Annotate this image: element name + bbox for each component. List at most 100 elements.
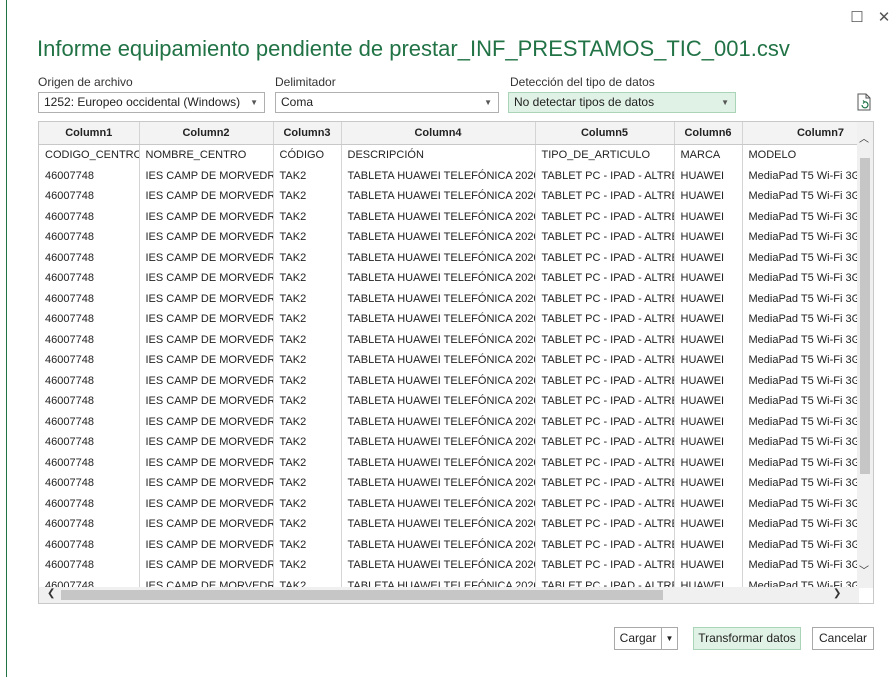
table-cell[interactable]: MediaPad T5 Wi-Fi 3G [742, 370, 873, 391]
table-cell[interactable]: MediaPad T5 Wi-Fi 3G [742, 309, 873, 330]
table-cell[interactable]: TABLET PC - IPAD - ALTRES [535, 555, 675, 576]
table-cell[interactable]: TAK2 [273, 309, 342, 330]
table-cell[interactable]: 46007748 [39, 411, 140, 432]
table-cell[interactable]: TAK2 [273, 165, 342, 186]
table-cell[interactable]: TAK2 [273, 452, 342, 473]
table-cell[interactable]: TABLETA HUAWEI TELEFÓNICA 2020 [341, 247, 536, 268]
load-options-dropdown[interactable]: ▼ [661, 627, 678, 650]
table-cell[interactable]: TABLET PC - IPAD - ALTRES [535, 329, 675, 350]
table-cell[interactable]: MediaPad T5 Wi-Fi 3G [742, 206, 873, 227]
table-cell[interactable]: HUAWEI [674, 186, 743, 207]
table-cell[interactable]: 46007748 [39, 370, 140, 391]
table-cell[interactable]: HUAWEI [674, 555, 743, 576]
refresh-file-icon[interactable] [857, 93, 871, 111]
table-cell[interactable]: TABLETA HUAWEI TELEFÓNICA 2020 [341, 227, 536, 248]
table-cell[interactable]: HUAWEI [674, 329, 743, 350]
table-cell[interactable]: CÓDIGO [273, 144, 342, 166]
table-cell[interactable]: HUAWEI [674, 288, 743, 309]
table-cell[interactable]: TABLET PC - IPAD - ALTRES [535, 411, 675, 432]
column-header[interactable]: Column2 [139, 122, 274, 145]
vertical-scrollbar[interactable]: ︿ ﹀ [857, 122, 873, 588]
table-cell[interactable]: MediaPad T5 Wi-Fi 3G [742, 227, 873, 248]
table-cell[interactable]: MediaPad T5 Wi-Fi 3G [742, 452, 873, 473]
table-cell[interactable]: IES CAMP DE MORVEDRE [139, 268, 274, 289]
table-cell[interactable]: MediaPad T5 Wi-Fi 3G [742, 534, 873, 555]
table-cell[interactable]: TAK2 [273, 206, 342, 227]
table-cell[interactable]: TABLET PC - IPAD - ALTRES [535, 391, 675, 412]
table-cell[interactable]: MediaPad T5 Wi-Fi 3G [742, 329, 873, 350]
table-cell[interactable]: MARCA [674, 144, 743, 166]
table-cell[interactable]: 46007748 [39, 227, 140, 248]
table-cell[interactable]: TAK2 [273, 432, 342, 453]
table-cell[interactable]: 46007748 [39, 288, 140, 309]
table-cell[interactable]: TAK2 [273, 534, 342, 555]
table-cell[interactable]: IES CAMP DE MORVEDRE [139, 165, 274, 186]
table-cell[interactable]: IES CAMP DE MORVEDRE [139, 329, 274, 350]
transform-data-button[interactable]: Transformar datos [693, 627, 801, 650]
table-cell[interactable]: IES CAMP DE MORVEDRE [139, 350, 274, 371]
table-cell[interactable]: TABLET PC - IPAD - ALTRES [535, 227, 675, 248]
column-header[interactable]: Column7 [742, 122, 873, 145]
table-cell[interactable]: HUAWEI [674, 165, 743, 186]
table-cell[interactable]: TABLETA HUAWEI TELEFÓNICA 2020 [341, 534, 536, 555]
table-cell[interactable]: 46007748 [39, 329, 140, 350]
table-cell[interactable]: MediaPad T5 Wi-Fi 3G [742, 493, 873, 514]
maximize-icon[interactable]: ☐ [847, 8, 867, 28]
table-cell[interactable]: TABLETA HUAWEI TELEFÓNICA 2020 [341, 329, 536, 350]
table-cell[interactable]: IES CAMP DE MORVEDRE [139, 473, 274, 494]
table-cell[interactable]: TABLET PC - IPAD - ALTRES [535, 514, 675, 535]
scroll-up-icon[interactable]: ︿ [859, 130, 869, 145]
table-cell[interactable]: MediaPad T5 Wi-Fi 3G [742, 288, 873, 309]
table-cell[interactable]: TAK2 [273, 288, 342, 309]
table-cell[interactable]: 46007748 [39, 247, 140, 268]
table-cell[interactable]: TABLET PC - IPAD - ALTRES [535, 473, 675, 494]
table-cell[interactable]: TABLETA HUAWEI TELEFÓNICA 2020 [341, 493, 536, 514]
table-cell[interactable]: TABLETA HUAWEI TELEFÓNICA 2020 [341, 473, 536, 494]
table-cell[interactable]: TIPO_DE_ARTICULO [535, 144, 675, 166]
table-cell[interactable]: HUAWEI [674, 268, 743, 289]
table-cell[interactable]: 46007748 [39, 452, 140, 473]
table-cell[interactable]: IES CAMP DE MORVEDRE [139, 206, 274, 227]
table-cell[interactable]: MediaPad T5 Wi-Fi 3G [742, 514, 873, 535]
table-cell[interactable]: TAK2 [273, 411, 342, 432]
table-cell[interactable]: HUAWEI [674, 370, 743, 391]
table-cell[interactable]: TAK2 [273, 247, 342, 268]
table-cell[interactable]: 46007748 [39, 473, 140, 494]
table-cell[interactable]: TABLETA HUAWEI TELEFÓNICA 2020 [341, 514, 536, 535]
table-cell[interactable]: TAK2 [273, 473, 342, 494]
table-cell[interactable]: IES CAMP DE MORVEDRE [139, 432, 274, 453]
table-cell[interactable]: TAK2 [273, 350, 342, 371]
column-header[interactable]: Column4 [341, 122, 536, 145]
table-cell[interactable]: TABLETA HUAWEI TELEFÓNICA 2020 [341, 391, 536, 412]
table-cell[interactable]: IES CAMP DE MORVEDRE [139, 514, 274, 535]
table-cell[interactable]: 46007748 [39, 514, 140, 535]
detect-dropdown[interactable]: No detectar tipos de datos ▼ [508, 92, 736, 113]
table-cell[interactable]: HUAWEI [674, 534, 743, 555]
table-cell[interactable]: TAK2 [273, 514, 342, 535]
table-cell[interactable]: TAK2 [273, 227, 342, 248]
table-cell[interactable]: HUAWEI [674, 411, 743, 432]
column-header[interactable]: Column1 [39, 122, 140, 145]
table-cell[interactable]: TABLET PC - IPAD - ALTRES [535, 288, 675, 309]
table-cell[interactable]: HUAWEI [674, 350, 743, 371]
table-cell[interactable]: HUAWEI [674, 227, 743, 248]
table-cell[interactable]: TABLET PC - IPAD - ALTRES [535, 493, 675, 514]
table-cell[interactable]: TABLET PC - IPAD - ALTRES [535, 165, 675, 186]
column-header[interactable]: Column6 [674, 122, 743, 145]
table-cell[interactable]: TABLET PC - IPAD - ALTRES [535, 186, 675, 207]
table-cell[interactable]: DESCRIPCIÓN [341, 144, 536, 166]
table-cell[interactable]: TABLET PC - IPAD - ALTRES [535, 534, 675, 555]
vertical-scroll-thumb[interactable] [860, 158, 870, 474]
table-cell[interactable]: HUAWEI [674, 514, 743, 535]
table-cell[interactable]: TABLETA HUAWEI TELEFÓNICA 2020 [341, 452, 536, 473]
table-cell[interactable]: HUAWEI [674, 432, 743, 453]
column-header[interactable]: Column3 [273, 122, 342, 145]
table-cell[interactable]: 46007748 [39, 350, 140, 371]
table-cell[interactable]: TAK2 [273, 186, 342, 207]
table-cell[interactable]: NOMBRE_CENTRO [139, 144, 274, 166]
table-cell[interactable]: TABLET PC - IPAD - ALTRES [535, 432, 675, 453]
table-cell[interactable]: 46007748 [39, 534, 140, 555]
table-cell[interactable]: CODIGO_CENTRO [39, 144, 140, 166]
table-cell[interactable]: 46007748 [39, 206, 140, 227]
table-cell[interactable]: HUAWEI [674, 309, 743, 330]
